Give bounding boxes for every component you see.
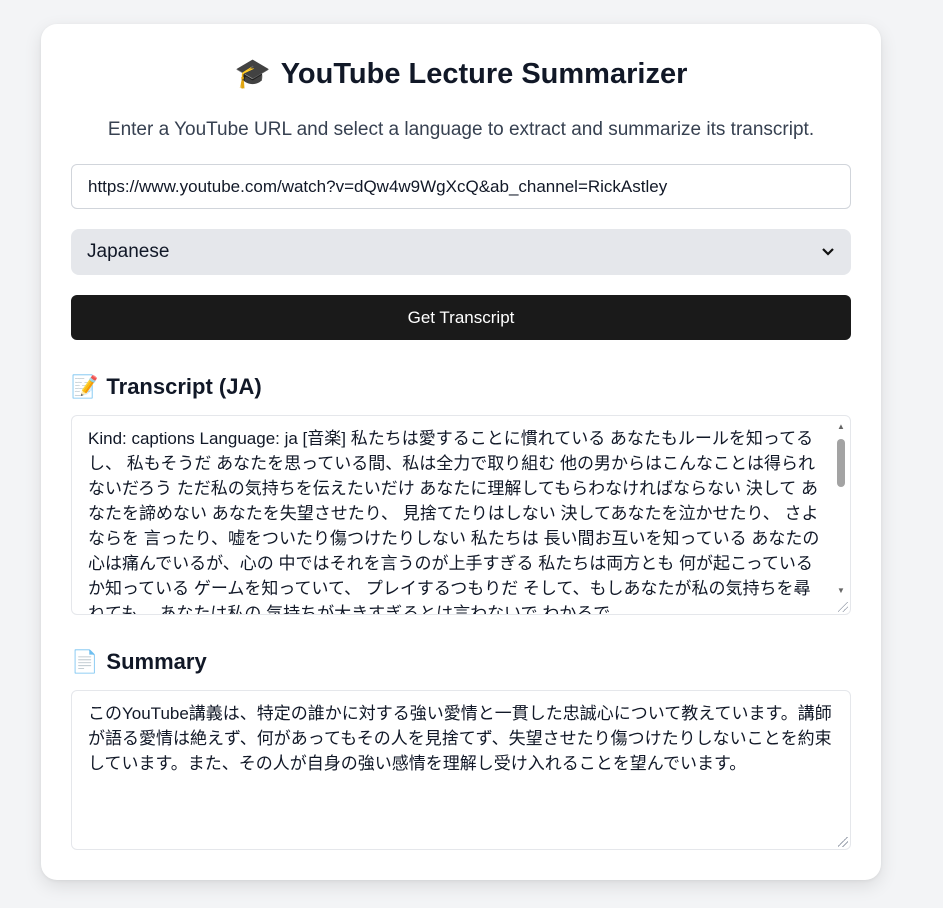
summary-heading-text: Summary xyxy=(106,649,207,674)
transcript-text: Kind: captions Language: ja [音楽] 私たちは愛する… xyxy=(88,429,820,615)
chevron-down-icon xyxy=(821,244,835,260)
resize-grip-icon[interactable] xyxy=(838,602,848,612)
page-title-text: YouTube Lecture Summarizer xyxy=(280,58,688,90)
summary-heading: 📄 Summary xyxy=(71,648,207,676)
scroll-down-arrow-icon[interactable]: ▼ xyxy=(833,583,849,599)
transcript-textarea[interactable]: Kind: captions Language: ja [音楽] 私たちは愛する… xyxy=(71,415,851,615)
transcript-heading: 📝 Transcript (JA) xyxy=(71,373,262,401)
transcript-heading-text: Transcript (JA) xyxy=(106,374,262,399)
summary-text: このYouTube講義は、特定の誰かに対する強い愛情と一貫した忠誠心について教え… xyxy=(88,704,832,773)
scrollbar-thumb[interactable] xyxy=(837,439,845,487)
get-transcript-button[interactable]: Get Transcript xyxy=(71,295,851,340)
summary-textarea[interactable]: このYouTube講義は、特定の誰かに対する強い愛情と一貫した忠誠心について教え… xyxy=(71,690,851,850)
page-title: 🎓 YouTube Lecture Summarizer xyxy=(41,56,881,92)
scroll-up-arrow-icon[interactable]: ▲ xyxy=(833,419,849,435)
page-icon: 📄 xyxy=(71,649,99,674)
language-select[interactable]: Japanese xyxy=(71,229,851,275)
resize-grip-icon[interactable] xyxy=(838,837,848,847)
memo-icon: 📝 xyxy=(71,374,99,399)
graduation-cap-icon: 🎓 xyxy=(234,58,271,90)
transcript-scrollbar[interactable]: ▲ ▼ xyxy=(833,417,849,613)
language-select-value: Japanese xyxy=(87,241,170,262)
url-input[interactable] xyxy=(71,164,851,209)
page-subtitle: Enter a YouTube URL and select a languag… xyxy=(107,119,815,140)
main-card: 🎓 YouTube Lecture Summarizer Enter a YouT… xyxy=(41,24,881,880)
